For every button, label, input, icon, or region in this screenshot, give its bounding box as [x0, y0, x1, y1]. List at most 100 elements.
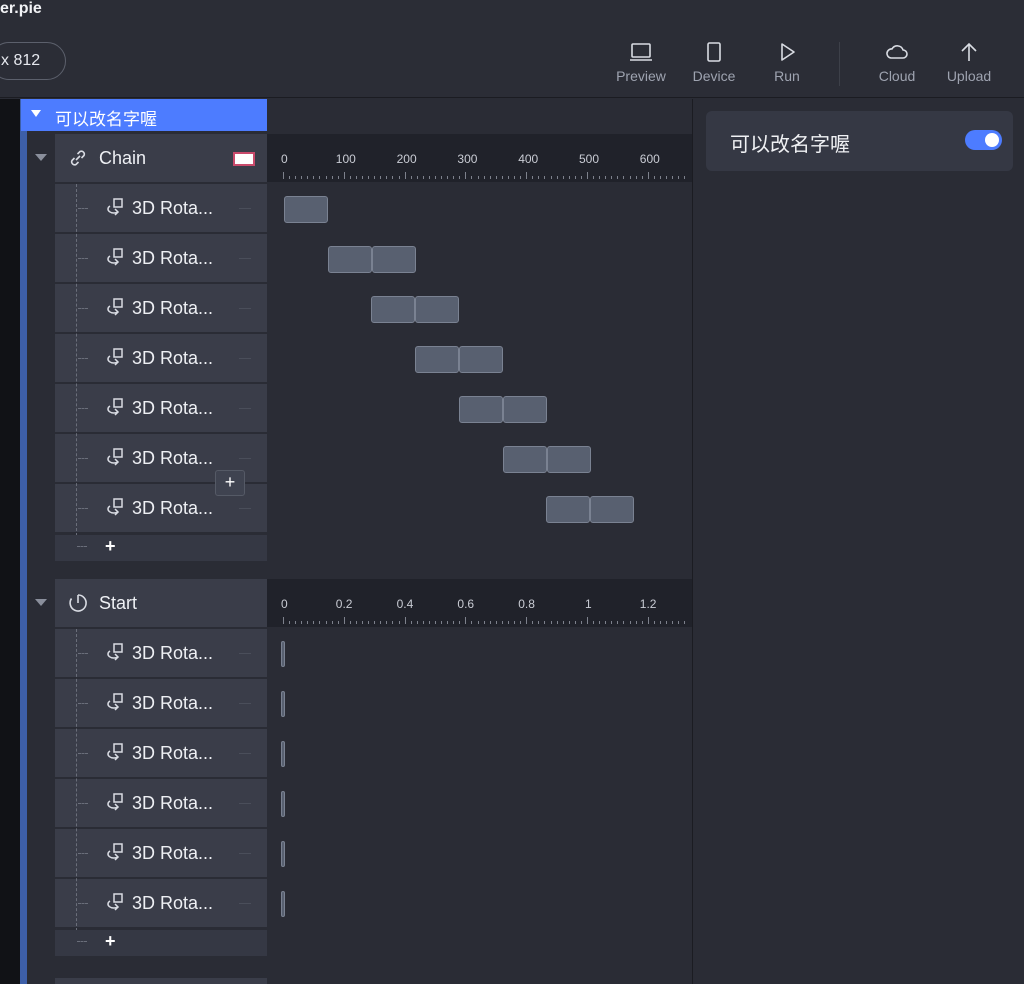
- tree-guide-branch: [78, 408, 88, 409]
- animation-keyframe-bar[interactable]: [281, 741, 285, 767]
- animation-label: 3D Rota...: [132, 198, 214, 218]
- ruler-tick: [435, 176, 436, 179]
- animation-label: 3D Rota...: [132, 793, 214, 813]
- run-label: Run: [774, 68, 800, 84]
- ruler-tick: [568, 621, 570, 624]
- section-collapse-icon[interactable]: [35, 154, 47, 161]
- animation-keyframe-bar[interactable]: [546, 446, 591, 473]
- animation-row[interactable]: 3D Rota...: [55, 629, 267, 677]
- play-icon: [781, 43, 795, 61]
- ruler-tick: [532, 621, 534, 624]
- animation-keyframe-bar[interactable]: [284, 196, 328, 223]
- animation-keyframe-bar[interactable]: [415, 296, 460, 323]
- add-animation-button[interactable]: +: [105, 536, 116, 557]
- animation-row[interactable]: 3D Rota...: [55, 679, 267, 727]
- ruler-tick: [392, 621, 394, 624]
- section-header-chain[interactable]: Chain: [55, 134, 267, 182]
- animation-keyframe-bar[interactable]: [281, 891, 285, 917]
- animation-row[interactable]: 3D Rota...: [55, 384, 267, 432]
- rotate-3d-icon: [107, 498, 123, 516]
- animation-keyframe-bar[interactable]: [415, 346, 460, 373]
- animation-row[interactable]: 3D Rota...: [55, 184, 267, 232]
- ruler-tick: [355, 621, 357, 624]
- collapse-caret-icon[interactable]: [31, 110, 41, 117]
- animation-keyframe-bar[interactable]: [371, 246, 416, 273]
- ruler-tick: [343, 617, 345, 624]
- cloud-button[interactable]: Cloud: [865, 40, 929, 90]
- ruler-tick: [629, 621, 631, 624]
- ruler-tick: [386, 621, 388, 624]
- animation-label: 3D Rota...: [132, 893, 214, 913]
- row-separator: [239, 903, 251, 904]
- ruler-tick: [653, 176, 655, 179]
- ruler-tick: [617, 176, 619, 179]
- animation-keyframe-bar[interactable]: [502, 446, 547, 473]
- animation-keyframe-bar[interactable]: [590, 496, 635, 523]
- ruler-tick: [605, 621, 607, 624]
- animation-keyframe-bar[interactable]: [458, 396, 503, 423]
- tree-guide-branch: [77, 941, 87, 942]
- time-ruler-start[interactable]: 0 0.2 0.4 0.6 0.8 1 1.2: [267, 579, 692, 627]
- ruler-tick: [331, 621, 333, 624]
- ruler-tick: [544, 621, 546, 624]
- animation-keyframe-bar[interactable]: [281, 791, 285, 817]
- animation-row[interactable]: 3D Rota...: [55, 334, 267, 382]
- rotate-3d-icon: [107, 843, 123, 861]
- tree-guide-branch: [77, 546, 87, 547]
- ruler-tick: [362, 621, 364, 624]
- ruler-tick-label: 0.2: [335, 597, 353, 611]
- preview-button[interactable]: Preview: [609, 40, 673, 90]
- upload-button[interactable]: Upload: [937, 40, 1001, 90]
- time-ruler-chain[interactable]: 0 100 200 300 400 500 600: [267, 134, 692, 182]
- ruler-tick: [532, 176, 534, 179]
- animation-row[interactable]: 3D Rota...: [55, 879, 267, 927]
- animation-keyframe-bar[interactable]: [546, 496, 591, 523]
- ruler-tick: [477, 176, 479, 179]
- animation-row[interactable]: 3D Rota...: [55, 234, 267, 282]
- animation-row[interactable]: 3D Rota...: [55, 729, 267, 777]
- animation-label: 3D Rota...: [132, 643, 214, 663]
- animation-keyframe-bar[interactable]: [459, 346, 504, 373]
- rotate-3d-icon: [107, 643, 123, 661]
- animation-keyframe-bar[interactable]: [327, 246, 372, 273]
- run-button[interactable]: Run: [755, 40, 819, 90]
- add-row-chain[interactable]: +: [55, 535, 267, 561]
- timeline-area[interactable]: [267, 99, 692, 984]
- section-collapse-icon[interactable]: [35, 599, 47, 606]
- add-row-start[interactable]: +: [55, 930, 267, 956]
- canvas-size-pill[interactable]: x 812: [0, 42, 66, 80]
- ruler-tick: [319, 176, 321, 179]
- section-header-start[interactable]: Start: [55, 579, 267, 627]
- ruler-tick: [404, 172, 406, 179]
- animation-row[interactable]: 3D Rota...: [55, 779, 267, 827]
- animation-keyframe-bar[interactable]: [281, 641, 285, 667]
- ruler-tick: [295, 621, 297, 624]
- rotate-3d-icon: [107, 298, 123, 316]
- ruler-tick: [428, 621, 430, 624]
- animation-keyframe-bar[interactable]: [371, 296, 416, 323]
- ruler-tick: [313, 621, 315, 624]
- ruler-tick: [538, 621, 540, 624]
- animation-keyframe-bar[interactable]: [502, 396, 547, 423]
- ruler-tick: [587, 172, 588, 179]
- color-swatch[interactable]: [233, 152, 255, 166]
- animation-keyframe-bar[interactable]: [281, 841, 285, 867]
- ruler-tick: [629, 176, 631, 179]
- ruler-tick: [416, 621, 418, 624]
- animation-label: 3D Rota...: [132, 298, 214, 318]
- ruler-tick: [459, 176, 461, 179]
- ruler-tick: [447, 621, 449, 624]
- ruler-tick: [392, 176, 394, 179]
- group-property-card: 可以改名字喔: [706, 111, 1013, 171]
- ruler-tick: [520, 176, 522, 179]
- device-button[interactable]: Device: [682, 40, 746, 90]
- ruler-tick: [398, 176, 400, 179]
- add-animation-button[interactable]: +: [105, 931, 116, 952]
- animation-row[interactable]: 3D Rota...: [55, 829, 267, 877]
- floating-add-button[interactable]: +: [215, 470, 245, 496]
- visibility-toggle[interactable]: [965, 130, 1002, 150]
- group-header[interactable]: 可以改名字喔: [21, 99, 267, 131]
- animation-row[interactable]: 3D Rota...: [55, 284, 267, 332]
- ruler-tick: [641, 621, 643, 624]
- animation-keyframe-bar[interactable]: [281, 691, 285, 717]
